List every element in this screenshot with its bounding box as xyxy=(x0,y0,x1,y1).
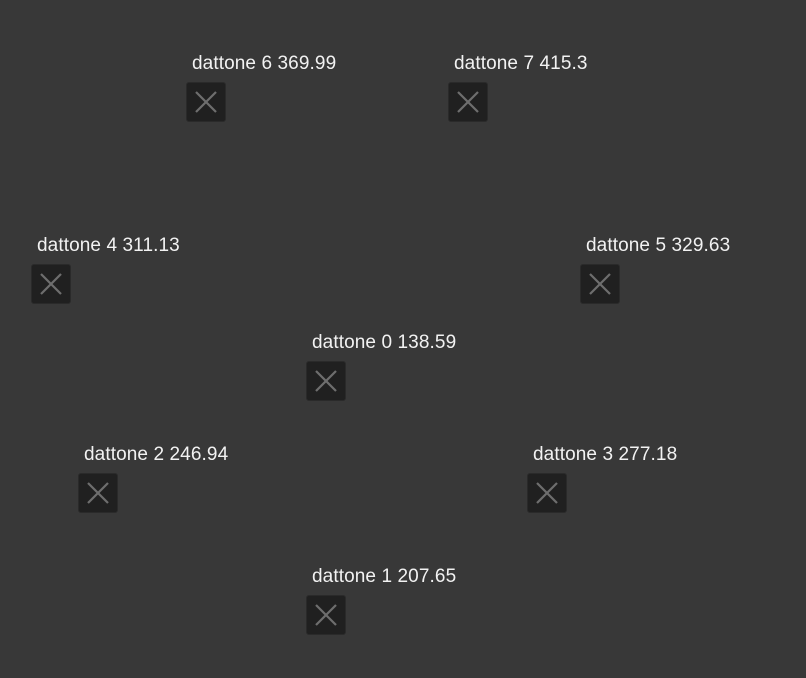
close-icon xyxy=(87,482,109,504)
node-label: dattone 5 329.63 xyxy=(586,235,731,256)
close-button[interactable] xyxy=(527,473,567,513)
close-icon xyxy=(40,273,62,295)
close-icon xyxy=(589,273,611,295)
node-label: dattone 4 311.13 xyxy=(37,235,180,256)
node-label: dattone 1 207.65 xyxy=(312,566,457,587)
node-label: dattone 0 138.59 xyxy=(312,332,457,353)
close-icon xyxy=(195,91,217,113)
close-button[interactable] xyxy=(580,264,620,304)
close-button[interactable] xyxy=(448,82,488,122)
close-icon xyxy=(536,482,558,504)
close-icon xyxy=(457,91,479,113)
node-label: dattone 2 246.94 xyxy=(84,444,229,465)
close-button[interactable] xyxy=(306,361,346,401)
close-button[interactable] xyxy=(31,264,71,304)
node-label: dattone 7 415.3 xyxy=(454,53,588,74)
node-label: dattone 3 277.18 xyxy=(533,444,678,465)
close-button[interactable] xyxy=(186,82,226,122)
close-icon xyxy=(315,604,337,626)
close-button[interactable] xyxy=(78,473,118,513)
node-label: dattone 6 369.99 xyxy=(192,53,337,74)
close-button[interactable] xyxy=(306,595,346,635)
close-icon xyxy=(315,370,337,392)
